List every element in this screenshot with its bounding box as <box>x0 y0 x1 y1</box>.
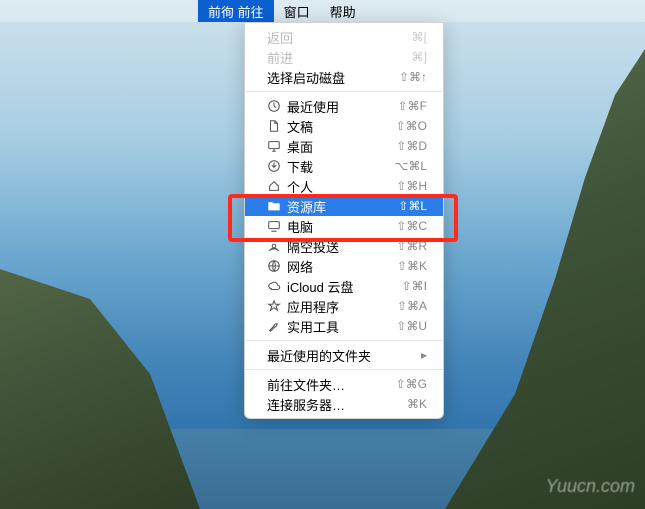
folder-icon <box>267 199 281 213</box>
chevron-right-icon: ▸ <box>421 348 427 362</box>
menu-computer[interactable]: 电脑 ⇧⌘C <box>245 216 443 236</box>
menu-startup-disk[interactable]: 选择启动磁盘 ⇧⌘↑ <box>245 67 443 87</box>
apps-icon <box>267 299 281 313</box>
menu-go[interactable]: 前徇 前往 <box>198 0 274 22</box>
menu-airdrop[interactable]: 隔空投送 ⇧⌘R <box>245 236 443 256</box>
menu-icloud[interactable]: iCloud 云盘 ⇧⌘I <box>245 276 443 296</box>
menu-recent-folders[interactable]: 最近使用的文件夹 ▸ <box>245 345 443 365</box>
menu-network[interactable]: 网络 ⇧⌘K <box>245 256 443 276</box>
airdrop-icon <box>267 239 281 253</box>
menubar: 前徇 前往 窗口 帮助 <box>0 0 645 22</box>
divider <box>245 91 443 92</box>
document-icon <box>267 119 281 133</box>
divider <box>245 340 443 341</box>
menu-window[interactable]: 窗口 <box>274 0 320 22</box>
menu-home[interactable]: 个人 ⇧⌘H <box>245 176 443 196</box>
menu-applications[interactable]: 应用程序 ⇧⌘A <box>245 296 443 316</box>
menu-connect-server[interactable]: 连接服务器… ⌘K <box>245 394 443 414</box>
menu-recents[interactable]: 最近使用 ⇧⌘F <box>245 96 443 116</box>
computer-icon <box>267 219 281 233</box>
divider <box>245 369 443 370</box>
menu-utilities[interactable]: 实用工具 ⇧⌘U <box>245 316 443 336</box>
menu-back: 返回 ⌘[ <box>245 27 443 47</box>
clock-icon <box>267 99 281 113</box>
menu-library[interactable]: 资源库 ⇧⌘L <box>245 196 443 216</box>
tools-icon <box>267 319 281 333</box>
download-icon <box>267 159 281 173</box>
menu-downloads[interactable]: 下载 ⌥⌘L <box>245 156 443 176</box>
menu-desktop[interactable]: 桌面 ⇧⌘D <box>245 136 443 156</box>
menu-forward: 前进 ⌘] <box>245 47 443 67</box>
menu-documents[interactable]: 文稿 ⇧⌘O <box>245 116 443 136</box>
network-icon <box>267 259 281 273</box>
watermark: Yuucn.com <box>546 476 635 497</box>
go-dropdown: 返回 ⌘[ 前进 ⌘] 选择启动磁盘 ⇧⌘↑ 最近使用 ⇧⌘F 文稿 ⇧⌘O 桌… <box>244 22 444 419</box>
cloud-icon <box>267 279 281 293</box>
desktop-icon <box>267 139 281 153</box>
menu-help[interactable]: 帮助 <box>320 0 366 22</box>
home-icon <box>267 179 281 193</box>
menu-goto-folder[interactable]: 前往文件夹… ⇧⌘G <box>245 374 443 394</box>
